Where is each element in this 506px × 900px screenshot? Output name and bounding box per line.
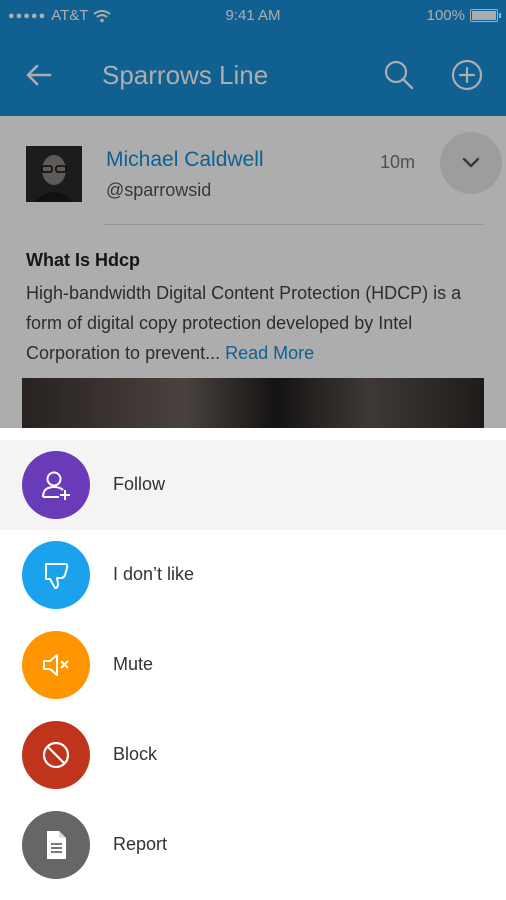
block-icon [22, 721, 90, 789]
menu-item-label: Follow [113, 474, 166, 494]
menu-item-mute[interactable]: Mute [0, 620, 506, 710]
menu-item-label: Report [113, 834, 168, 854]
menu-item-follow[interactable]: Follow [0, 440, 506, 530]
menu-item-report[interactable]: Report [0, 800, 506, 890]
action-sheet: Follow I don’t like Mute Block Report [0, 428, 506, 900]
modal-scrim[interactable] [0, 0, 506, 428]
follow-user-icon [22, 451, 90, 519]
timeline-page: ●●●●● AT&T 9:41 AM 100% Sparrows Line Mi… [0, 0, 506, 900]
thumbs-down-icon [22, 541, 90, 609]
menu-item-label: I don’t like [113, 564, 195, 584]
report-document-icon [22, 811, 90, 879]
menu-item-block[interactable]: Block [0, 710, 506, 800]
menu-item-dislike[interactable]: I don’t like [0, 530, 506, 620]
mute-speaker-icon [22, 631, 90, 699]
menu-item-label: Mute [113, 654, 154, 674]
menu-item-label: Block [113, 744, 158, 764]
